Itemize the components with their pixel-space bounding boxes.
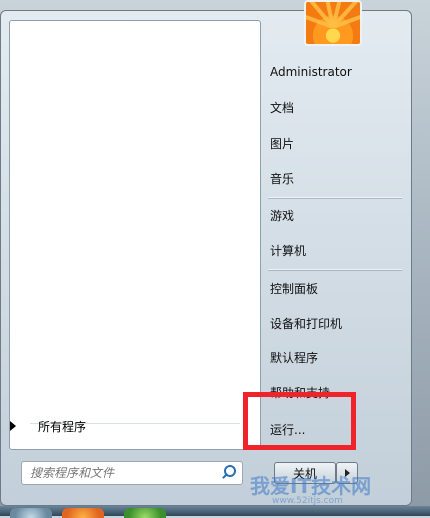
user-name-link[interactable]: Administrator	[270, 59, 410, 85]
chevron-right-icon	[10, 421, 16, 431]
menu-item-games[interactable]: 游戏	[270, 202, 410, 228]
browser-icon[interactable]	[62, 508, 104, 518]
menu-item-label: 控制面板	[270, 281, 319, 296]
highlight-annotation	[243, 392, 356, 450]
menu-item-label: 默认程序	[270, 350, 319, 365]
menu-item-music[interactable]: 音乐	[270, 165, 410, 191]
menu-item-label: 设备和打印机	[270, 316, 343, 331]
search-box[interactable]	[21, 461, 243, 485]
menu-item-label: 计算机	[270, 243, 307, 258]
menu-item-label: 图片	[270, 136, 295, 151]
menu-item-pictures[interactable]: 图片	[270, 130, 410, 156]
menu-item-documents[interactable]: 文档	[270, 94, 410, 120]
divider	[268, 197, 402, 198]
watermark-url: www.52itjs.com	[272, 496, 343, 506]
watermark: 我爱IT技术网	[250, 474, 372, 498]
start-orb-icon[interactable]	[10, 508, 52, 518]
user-name: Administrator	[270, 65, 352, 79]
menu-item-label: 音乐	[270, 171, 295, 186]
programs-pane	[9, 20, 261, 450]
all-programs-item[interactable]: 所有程序	[10, 415, 240, 437]
divider	[268, 269, 402, 270]
user-avatar[interactable]	[304, 0, 362, 46]
menu-item-default-programs[interactable]: 默认程序	[270, 344, 410, 370]
menu-item-control-panel[interactable]: 控制面板	[270, 275, 410, 301]
menu-item-label: 文档	[270, 100, 295, 115]
menu-item-label: 游戏	[270, 208, 295, 223]
app-icon[interactable]	[124, 508, 166, 518]
menu-item-computer[interactable]: 计算机	[270, 237, 410, 263]
menu-item-devices-printers[interactable]: 设备和打印机	[270, 310, 410, 336]
search-input[interactable]	[22, 465, 218, 481]
search-icon[interactable]	[218, 463, 238, 483]
all-programs-label: 所有程序	[38, 419, 87, 434]
